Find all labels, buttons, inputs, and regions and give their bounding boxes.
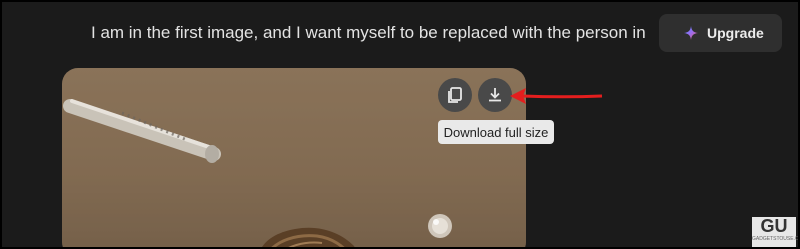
red-arrow-annotation (510, 88, 603, 104)
download-icon (489, 88, 501, 102)
upgrade-label: Upgrade (707, 25, 764, 41)
copy-icon (448, 87, 462, 103)
upgrade-button[interactable]: Upgrade (659, 14, 782, 52)
screenshot-frame: I am in the first image, and I want myse… (0, 0, 800, 249)
watermark-site: GADGETSTOUSE.COM (752, 236, 799, 242)
download-button[interactable] (478, 78, 512, 112)
download-tooltip: Download full size (438, 120, 554, 144)
site-watermark: GU GADGETSTOUSE.COM (752, 216, 799, 247)
sparkle-icon (684, 26, 698, 40)
user-prompt-text: I am in the first image, and I want myse… (91, 23, 646, 42)
watermark-logo: GU (760, 216, 788, 236)
copy-image-button[interactable] (438, 78, 472, 112)
wall-knob (428, 214, 452, 238)
